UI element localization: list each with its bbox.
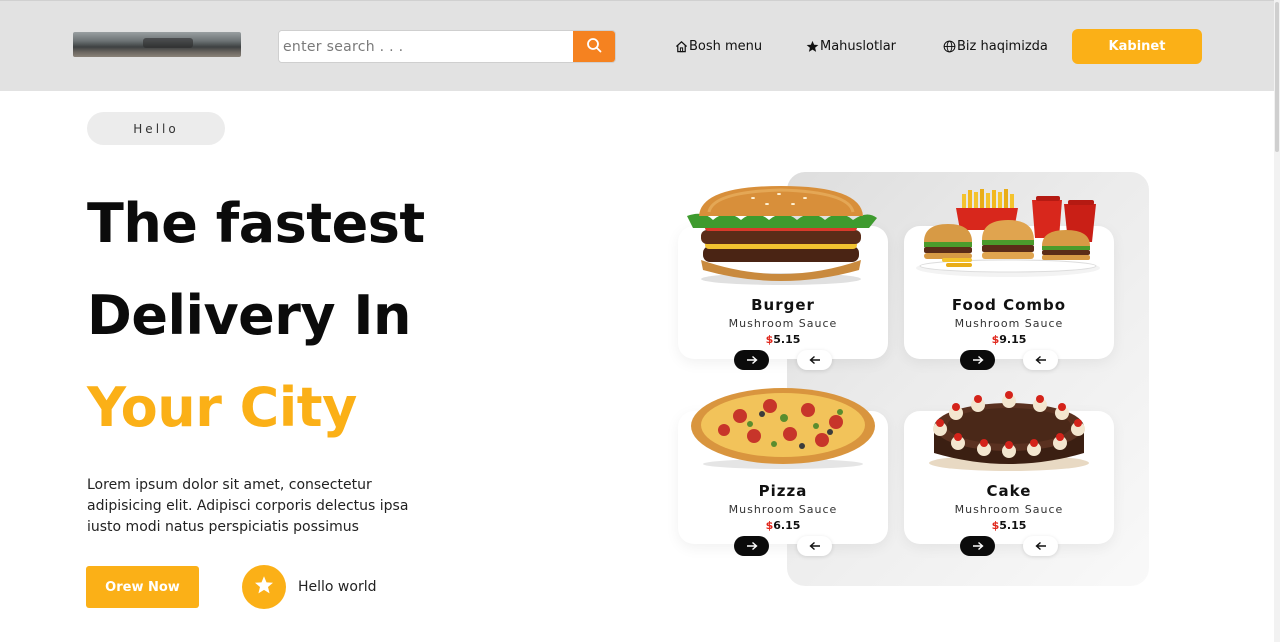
arrow-left-icon xyxy=(1034,539,1047,554)
nav-bosh-menu[interactable]: Bosh menu xyxy=(675,39,762,54)
card-title: Cake xyxy=(986,482,1032,500)
hello-world-label: Hello world xyxy=(298,579,377,595)
card-title: Burger xyxy=(751,296,815,314)
burger-image xyxy=(683,186,879,290)
arrow-right-icon xyxy=(972,539,984,554)
card-subtitle: Mushroom Sauce xyxy=(728,503,838,516)
hello-badge: Hello xyxy=(87,112,225,145)
card-subtitle: Mushroom Sauce xyxy=(954,317,1064,330)
card-price: $9.15 xyxy=(904,333,1114,346)
star-badge[interactable] xyxy=(242,565,286,609)
hero-title-line-2: Delivery In xyxy=(87,284,411,347)
arrow-right-icon xyxy=(746,539,758,554)
arrow-right-icon xyxy=(972,353,984,368)
order-now-button[interactable]: Orew Now xyxy=(86,566,199,608)
top-navbar: Bosh menu Mahuslotlar Biz haqimizda Kabi… xyxy=(0,0,1280,91)
prev-button[interactable] xyxy=(797,350,832,370)
search-input[interactable] xyxy=(279,31,575,62)
card-price: $5.15 xyxy=(904,519,1114,532)
kabinet-button[interactable]: Kabinet xyxy=(1072,29,1202,64)
cake-image xyxy=(926,383,1092,477)
hero-title-line-3: Your City xyxy=(87,376,357,439)
arrow-left-icon xyxy=(808,353,821,368)
nav-biz-haqimizda[interactable]: Biz haqimizda xyxy=(943,39,1048,54)
scrollbar-thumb[interactable] xyxy=(1275,2,1279,152)
next-button[interactable] xyxy=(734,536,769,556)
hero-title-line-1: The fastest xyxy=(87,192,425,255)
nav-mahuslotlar[interactable]: Mahuslotlar xyxy=(806,39,896,54)
card-title: Pizza xyxy=(758,482,808,500)
search-box xyxy=(278,30,616,63)
hero-description: Lorem ipsum dolor sit amet, consectetur … xyxy=(87,477,409,535)
price-value: 6.15 xyxy=(773,519,801,532)
pizza-image xyxy=(690,386,876,474)
prev-button[interactable] xyxy=(797,536,832,556)
next-button[interactable] xyxy=(734,350,769,370)
card-price: $6.15 xyxy=(678,519,888,532)
next-button[interactable] xyxy=(960,536,995,556)
prev-button[interactable] xyxy=(1023,536,1058,556)
card-subtitle: Mushroom Sauce xyxy=(728,317,838,330)
price-value: 9.15 xyxy=(999,333,1027,346)
search-icon xyxy=(586,37,602,56)
price-value: 5.15 xyxy=(773,333,801,346)
page-scrollbar[interactable] xyxy=(1274,0,1280,642)
arrow-left-icon xyxy=(1034,353,1047,368)
nav-label: Mahuslotlar xyxy=(820,39,897,54)
site-logo[interactable] xyxy=(73,32,241,57)
nav-label: Biz haqimizda xyxy=(957,39,1048,54)
home-icon xyxy=(675,40,688,53)
card-subtitle: Mushroom Sauce xyxy=(954,503,1064,516)
nav-label: Bosh menu xyxy=(689,39,763,54)
star-icon xyxy=(254,575,274,599)
arrow-left-icon xyxy=(808,539,821,554)
price-value: 5.15 xyxy=(999,519,1027,532)
card-price: $5.15 xyxy=(678,333,888,346)
search-button[interactable] xyxy=(573,31,615,62)
prev-button[interactable] xyxy=(1023,350,1058,370)
food-combo-image xyxy=(912,186,1104,282)
next-button[interactable] xyxy=(960,350,995,370)
card-title: Food Combo xyxy=(951,296,1067,314)
star-icon xyxy=(806,40,819,53)
globe-icon xyxy=(943,40,956,53)
arrow-right-icon xyxy=(746,353,758,368)
